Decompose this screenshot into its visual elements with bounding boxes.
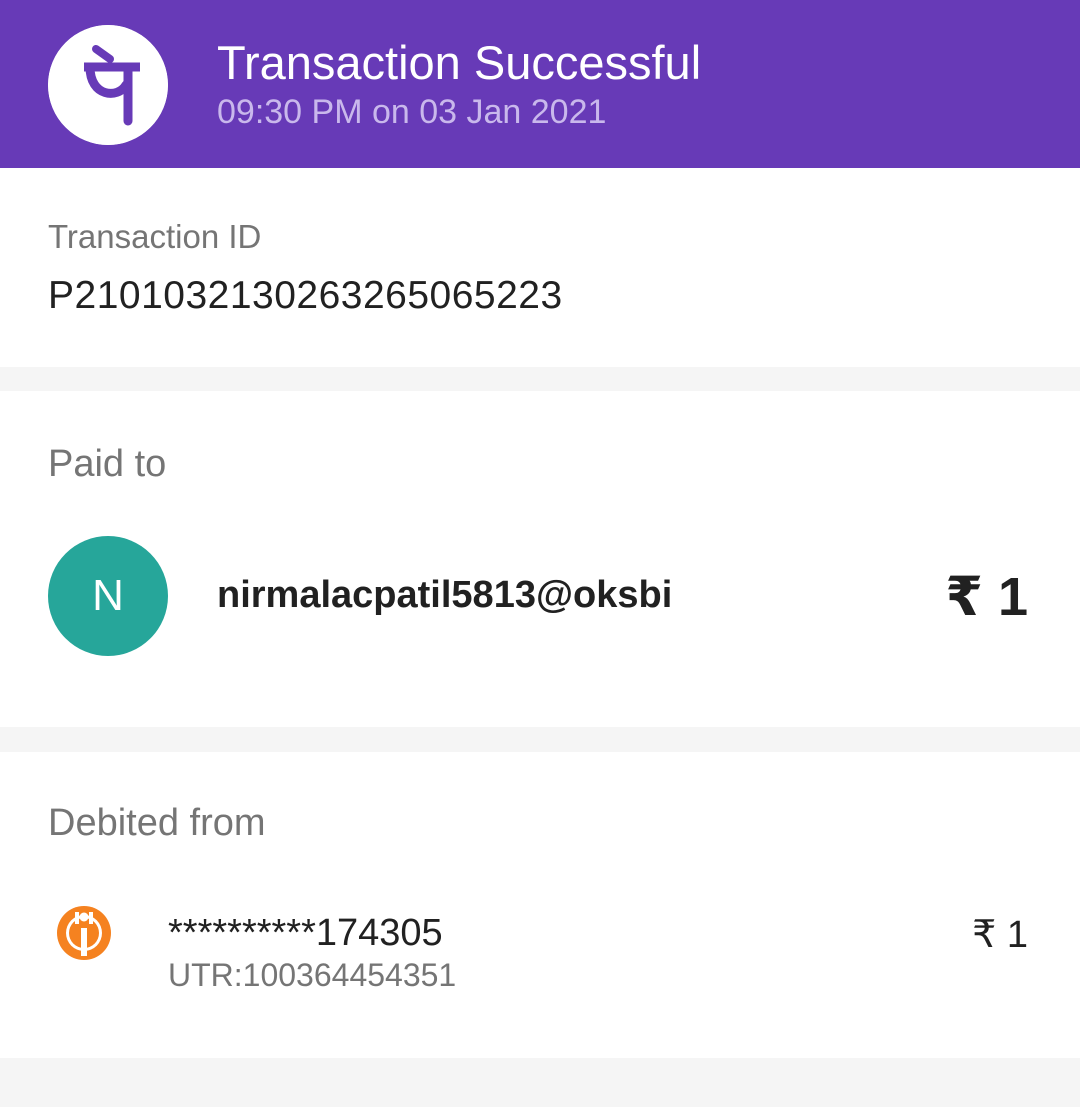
phonepe-logo-icon bbox=[48, 25, 168, 145]
header-bar: Transaction Successful 09:30 PM on 03 Ja… bbox=[0, 0, 1080, 168]
utr-number: UTR:100364454351 bbox=[168, 957, 457, 993]
transaction-id-label: Transaction ID bbox=[48, 218, 262, 255]
paid-to-label: Paid to bbox=[48, 443, 167, 485]
payee-upi-id: nirmalacpatil5813@oksbi bbox=[217, 574, 673, 616]
avatar-initial: N bbox=[92, 571, 124, 620]
transaction-datetime: 09:30 PM on 03 Jan 2021 bbox=[217, 93, 607, 131]
debited-from-label: Debited from bbox=[48, 802, 266, 844]
debited-from-card[interactable]: Debited from **********174305 UTR:100364… bbox=[0, 752, 1080, 1058]
transaction-id-value[interactable]: P2101032130263265065223 bbox=[48, 274, 563, 318]
avatar: N bbox=[48, 536, 168, 656]
debited-amount: ₹ 1 bbox=[972, 914, 1028, 956]
bank-logo-icon bbox=[55, 904, 113, 962]
paid-to-card[interactable]: Paid to N nirmalacpatil5813@oksbi ₹ 1 bbox=[0, 391, 1080, 727]
header-title: Transaction Successful bbox=[217, 36, 702, 89]
transaction-id-card: Transaction ID P2101032130263265065223 bbox=[0, 168, 1080, 367]
debit-account-number: **********174305 bbox=[168, 912, 443, 954]
paid-amount: ₹ 1 bbox=[945, 567, 1028, 627]
